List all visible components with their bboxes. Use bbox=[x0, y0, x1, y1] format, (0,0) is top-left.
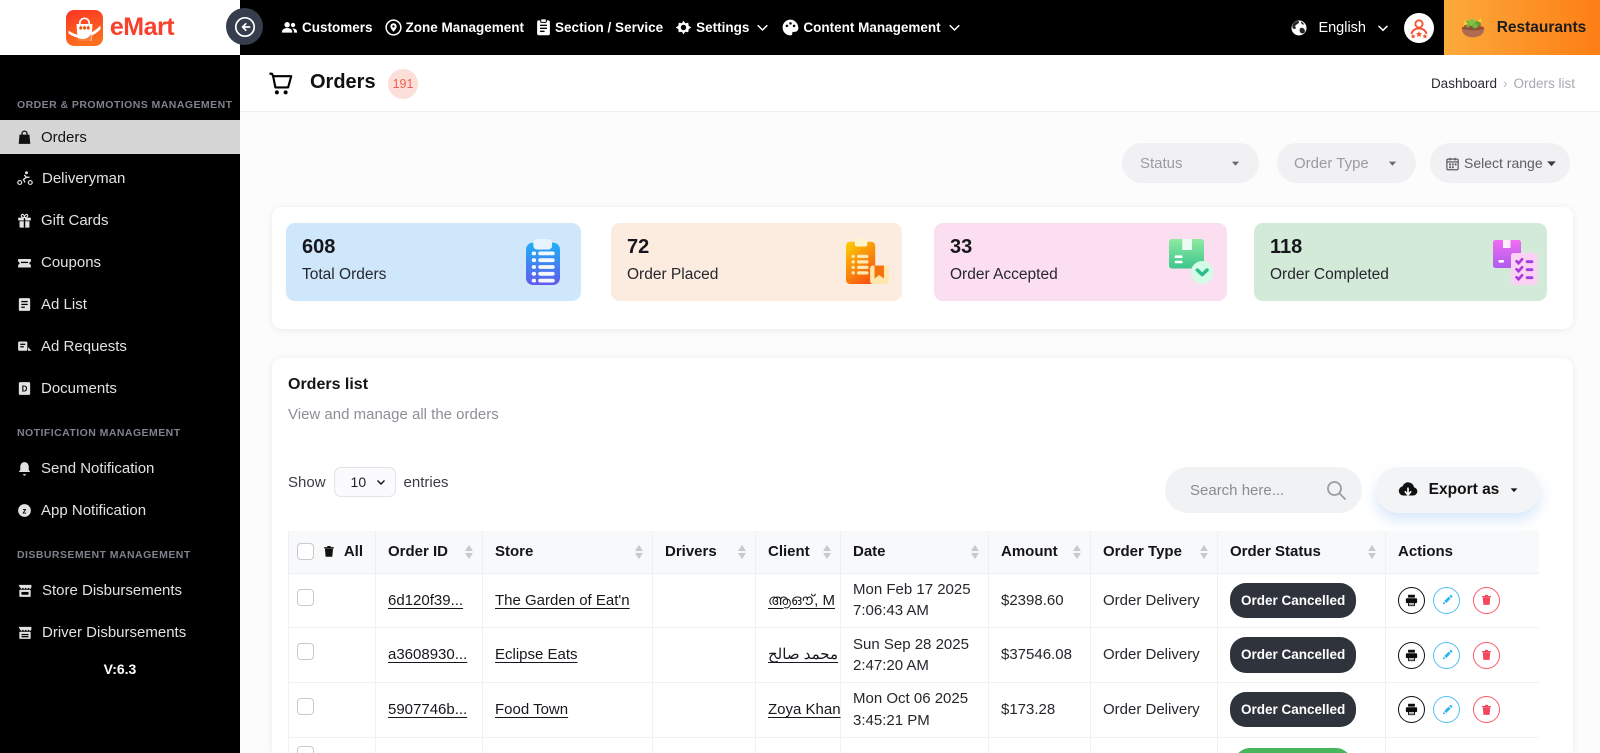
svg-text:D: D bbox=[22, 384, 28, 393]
svg-text:z: z bbox=[23, 506, 27, 515]
